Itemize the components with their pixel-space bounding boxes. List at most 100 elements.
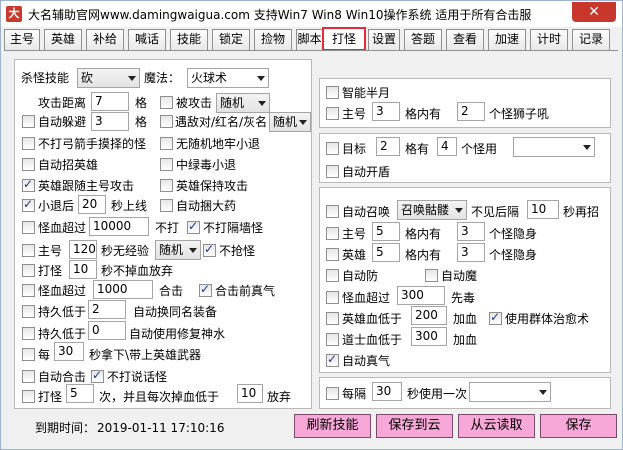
small-back-checkbox[interactable] xyxy=(22,197,35,212)
once-select[interactable] xyxy=(469,382,551,402)
hero-blood-input[interactable]: 200 xyxy=(411,306,447,325)
auto-dodge-input[interactable]: 3 xyxy=(91,112,129,131)
save-button[interactable]: 保存 xyxy=(540,414,617,438)
summon-select[interactable]: 召唤骷髅 xyxy=(397,200,467,220)
taoist-blood-checkbox[interactable] xyxy=(326,333,339,346)
combo-front-checkbox[interactable] xyxy=(199,282,212,297)
fight2-count-input[interactable]: 5 xyxy=(66,384,94,403)
no-bow-checkbox[interactable] xyxy=(22,137,35,150)
target-grid-input[interactable]: 2 xyxy=(376,137,400,156)
fight2-text: 次，并且每次掉血低于 xyxy=(99,390,220,404)
auto-qi-checkbox[interactable] xyxy=(326,352,339,367)
every-use-checkbox[interactable] xyxy=(326,387,339,400)
auto-magic-label: 自动魔 xyxy=(441,269,478,283)
fight-no-drop-checkbox[interactable] xyxy=(22,264,35,277)
dur-low2-checkbox[interactable] xyxy=(22,327,35,340)
tab-timer[interactable]: 计时 xyxy=(530,29,568,50)
tab-settings[interactable]: 设置 xyxy=(368,29,400,50)
target-checkbox[interactable] xyxy=(326,142,339,155)
attack-range-input[interactable]: 7 xyxy=(91,92,129,111)
auto-hero-checkbox[interactable] xyxy=(22,158,35,171)
tab-fight[interactable]: 打怪 xyxy=(322,27,366,51)
main-hide-grid-input[interactable]: 5 xyxy=(372,222,400,241)
group-heal-checkbox[interactable] xyxy=(489,310,502,325)
auto-magic-checkbox[interactable] xyxy=(425,269,438,282)
no-wall-checkbox[interactable] xyxy=(187,219,200,234)
every-input[interactable]: 30 xyxy=(54,342,84,361)
monster-over-checkbox[interactable] xyxy=(22,221,35,234)
dur-low-input[interactable]: 2 xyxy=(88,300,126,319)
lion-grid-input[interactable]: 3 xyxy=(372,102,400,121)
monster-over2-input[interactable]: 1000 xyxy=(93,280,153,299)
tab-record[interactable]: 记录 xyxy=(572,29,610,50)
target-count-input[interactable]: 4 xyxy=(437,137,457,156)
tab-main[interactable]: 主号 xyxy=(4,29,40,50)
hero-follow-checkbox[interactable] xyxy=(22,177,35,192)
auto-def-checkbox[interactable] xyxy=(326,269,339,282)
main-no-exp-checkbox[interactable] xyxy=(22,244,35,257)
taoist-blood-input[interactable]: 300 xyxy=(411,327,447,346)
no-exp-select[interactable]: 随机 xyxy=(155,240,201,260)
not-see-input[interactable]: 10 xyxy=(527,200,559,219)
refresh-skill-button[interactable]: 刷新技能 xyxy=(294,414,371,438)
save-cloud-button[interactable]: 保存到云 xyxy=(376,414,453,438)
close-icon[interactable]: ✕ xyxy=(572,2,616,22)
tab-script[interactable]: 脚本 xyxy=(296,29,323,50)
lion-count-input[interactable]: 2 xyxy=(457,102,485,121)
kill-skill-select[interactable]: 砍 xyxy=(77,68,140,88)
tab-speed[interactable]: 加速 xyxy=(488,29,526,50)
poison-label: 先毒 xyxy=(451,291,476,305)
auto-shield-checkbox[interactable] xyxy=(326,165,339,178)
every-use-input[interactable]: 30 xyxy=(372,382,402,401)
monster-blood-input[interactable]: 300 xyxy=(397,286,445,305)
magic-select[interactable]: 火球术 xyxy=(187,68,269,88)
window-title: 大名辅助官网www.damingwaigua.com 支持Win7 Win8 W… xyxy=(28,8,532,22)
dur-low-checkbox[interactable] xyxy=(22,305,35,318)
mid-poison-checkbox[interactable] xyxy=(160,158,173,171)
hit-back-select[interactable]: 随机 xyxy=(216,93,270,113)
tab-shout[interactable]: 喊话 xyxy=(128,29,166,50)
fight-giveup-checkbox[interactable] xyxy=(22,390,35,403)
auto-combo-checkbox[interactable] xyxy=(22,370,35,383)
hero-hide-count-input[interactable]: 3 xyxy=(457,243,485,262)
tab-lock[interactable]: 锁定 xyxy=(212,29,250,50)
fight-seconds-input[interactable]: 10 xyxy=(69,260,97,279)
monster-over2-checkbox[interactable] xyxy=(22,284,35,297)
no-grab-checkbox[interactable] xyxy=(203,242,216,257)
small-back-input[interactable]: 20 xyxy=(78,195,106,214)
main-hide-count-input[interactable]: 3 xyxy=(457,222,485,241)
no-drop-label: 秒不掉血放弃 xyxy=(101,264,174,278)
main-hide-checkbox[interactable] xyxy=(326,227,339,240)
tab-pickup[interactable]: 捡物 xyxy=(254,29,292,50)
main-seconds-input[interactable]: 120 xyxy=(69,240,97,259)
auto-amulet-checkbox[interactable] xyxy=(160,199,173,212)
read-cloud-button[interactable]: 从云读取 xyxy=(458,414,535,438)
meet-checkbox[interactable] xyxy=(160,115,173,128)
hero-blood-checkbox[interactable] xyxy=(326,312,339,325)
tab-skill[interactable]: 技能 xyxy=(170,29,208,50)
tab-quiz[interactable]: 答题 xyxy=(404,29,442,50)
auto-dodge-checkbox[interactable] xyxy=(22,115,35,128)
auto-summon-checkbox[interactable] xyxy=(326,205,339,218)
monster-blood-checkbox[interactable] xyxy=(326,291,339,304)
tab-hero[interactable]: 英雄 xyxy=(44,29,82,50)
no-talk-label: 不打说话怪 xyxy=(107,370,168,384)
lion-roar-checkbox[interactable] xyxy=(326,107,339,120)
hit-back-checkbox[interactable] xyxy=(160,96,173,109)
hero-hide-checkbox[interactable] xyxy=(326,248,339,261)
dur-low2-input[interactable]: 0 xyxy=(88,321,126,340)
tab-supply[interactable]: 补给 xyxy=(86,29,124,50)
online-label: 秒上线 xyxy=(111,199,148,213)
every-checkbox[interactable] xyxy=(22,348,35,361)
hero-hide-grid-input[interactable]: 5 xyxy=(372,243,400,262)
monster-over-input[interactable]: 10000 xyxy=(89,217,149,236)
use-label: 个怪用 xyxy=(461,142,498,156)
no-talk-checkbox[interactable] xyxy=(91,368,104,383)
meet-select[interactable]: 随机 xyxy=(269,112,311,132)
use-skill-select[interactable] xyxy=(513,137,595,157)
fight2-hp-input[interactable]: 10 xyxy=(237,384,263,403)
hero-keep-checkbox[interactable] xyxy=(160,179,173,192)
tab-view[interactable]: 查看 xyxy=(446,29,484,50)
no-jail-checkbox[interactable] xyxy=(160,137,173,150)
smart-half-moon-checkbox[interactable] xyxy=(326,86,339,99)
